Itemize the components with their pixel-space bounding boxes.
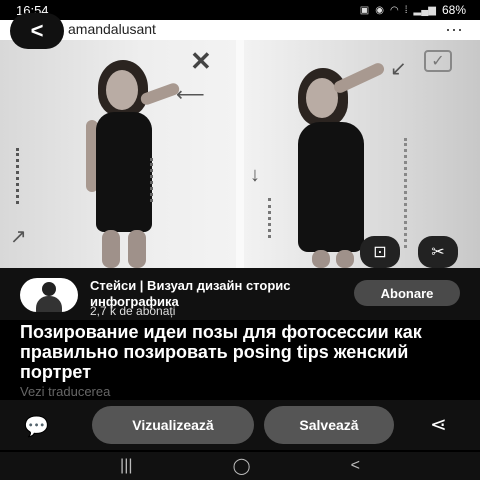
- arrow-icon: ↓: [250, 164, 260, 186]
- photo-wrong-pose: ✕ ⟵ ↗: [0, 40, 236, 268]
- x-mark-icon: ✕: [190, 46, 212, 76]
- volte-icon: ⁞: [404, 4, 408, 16]
- visual-search-button[interactable]: ⊡: [360, 236, 400, 268]
- model-figure-left: [70, 60, 181, 268]
- battery-level: 68%: [441, 3, 466, 17]
- guide-dots-waist: [268, 198, 271, 238]
- chevron-left-icon: <: [30, 18, 44, 43]
- scissors-icon: ✂: [431, 244, 445, 261]
- recent-apps-icon[interactable]: |||: [120, 457, 132, 475]
- photo-icon: ▣: [359, 4, 370, 16]
- signal-icon: ▂▄▆: [413, 4, 436, 16]
- guide-dots-left: [16, 148, 19, 204]
- translate-link[interactable]: Vezi traducerea: [20, 384, 110, 399]
- more-options-icon[interactable]: ⋯: [445, 20, 464, 41]
- whatsapp-icon: ◉: [375, 4, 384, 16]
- back-icon[interactable]: <: [351, 457, 360, 475]
- arrow-icon: ↙: [390, 58, 407, 80]
- action-bar: 💬 Vizualizează Salvează ⋖: [0, 400, 480, 450]
- system-nav-bar: ||| ◯ <: [0, 452, 480, 480]
- image-divider: [236, 40, 244, 268]
- guide-dots-right: [404, 138, 407, 248]
- lens-icon: ⊡: [373, 244, 387, 261]
- status-bar: 16:54 ▣ ◉ ◠ ⁞ ▂▄▆ 68%: [0, 0, 480, 20]
- pin-title: Позирование идеи позы для фотосессии как…: [20, 322, 422, 382]
- wifi-icon: ◠: [389, 4, 399, 16]
- save-button[interactable]: Salvează: [264, 406, 394, 444]
- crop-button[interactable]: ✂: [418, 236, 458, 268]
- follow-button[interactable]: Abonare: [354, 280, 460, 306]
- share-icon[interactable]: ⋖: [430, 412, 447, 437]
- photo-correct-pose: ✓ ↙ ↓: [244, 40, 480, 268]
- view-button[interactable]: Vizualizează: [92, 406, 254, 444]
- avatar[interactable]: [20, 278, 78, 312]
- guide-dots-hip: [150, 158, 153, 202]
- username[interactable]: amandalusant: [68, 21, 156, 37]
- pin-image[interactable]: ✕ ⟵ ↗ ✓ ↙ ↓ ⊡ ✂: [0, 40, 480, 268]
- arrow-icon: ⟵: [176, 84, 205, 106]
- comment-icon[interactable]: 💬: [24, 414, 49, 439]
- creator-row: Стейси | Визуал дизайн сторис инфографик…: [0, 268, 480, 320]
- check-mark-icon: ✓: [424, 50, 452, 72]
- arrow-icon: ↗: [10, 226, 27, 248]
- back-button[interactable]: <: [10, 13, 64, 49]
- home-icon[interactable]: ◯: [233, 456, 251, 476]
- follower-count: 2,7 k de abonați: [90, 304, 176, 318]
